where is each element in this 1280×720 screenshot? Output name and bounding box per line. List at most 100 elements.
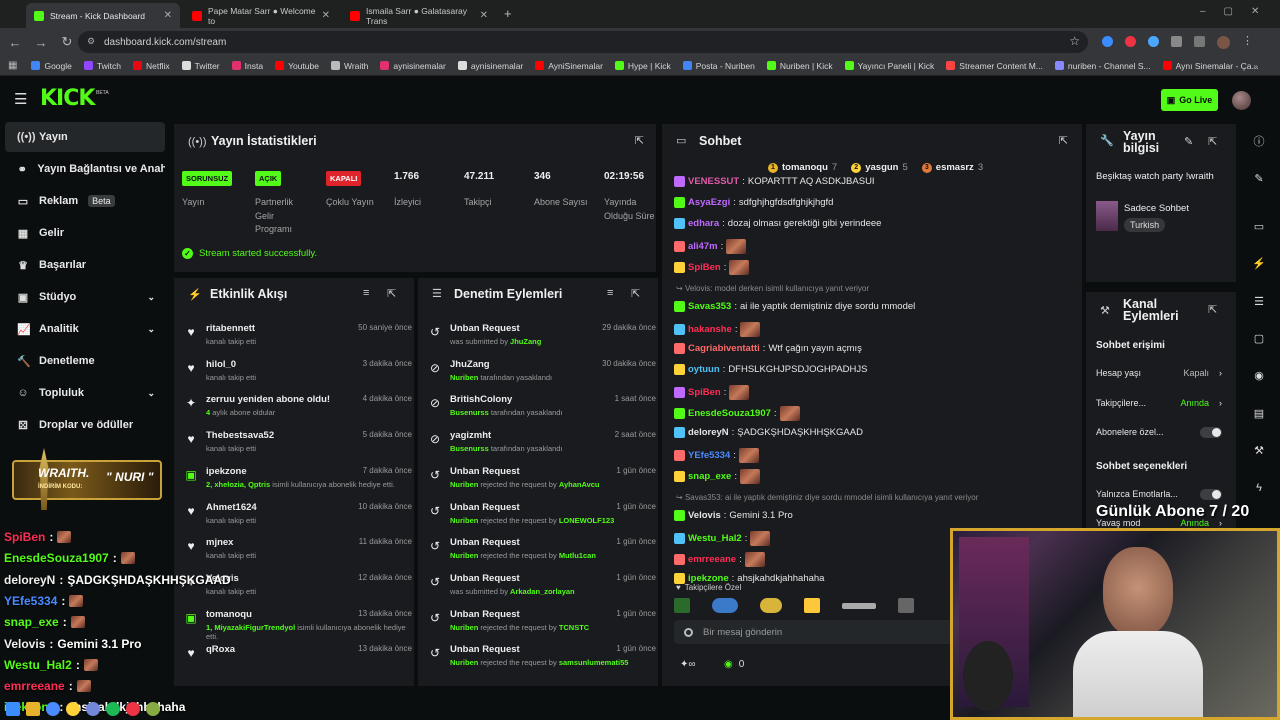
app-icon[interactable] xyxy=(146,702,160,716)
back-icon[interactable]: ← xyxy=(2,35,28,50)
chat-icon[interactable]: ▢ xyxy=(1246,325,1272,351)
reload-icon[interactable]: ↻ xyxy=(54,34,80,50)
window-controls[interactable]: –▢✕ xyxy=(1200,6,1277,17)
folder-icon[interactable] xyxy=(26,702,40,716)
bookmark-item[interactable]: Wraith xyxy=(325,61,374,71)
edit-icon[interactable]: ✎ xyxy=(1246,165,1272,191)
toggle-switch[interactable] xyxy=(1200,426,1222,438)
bookmark-item[interactable]: Twitter xyxy=(176,61,226,71)
sidebar-item[interactable]: 🔨 Denetleme xyxy=(5,346,165,376)
emote[interactable] xyxy=(674,598,690,613)
bookmark-item[interactable]: Yayıncı Paneli | Kick xyxy=(839,61,941,71)
bookmark-item[interactable]: Posta - Nuriben xyxy=(677,61,761,71)
sidebar-item[interactable]: ((•)) Yayın xyxy=(5,122,165,152)
promo-code-label: İNDİRİM KODU: xyxy=(38,484,83,490)
discord-icon[interactable] xyxy=(86,702,100,716)
lightning-icon[interactable]: ϟ xyxy=(1246,475,1272,501)
top-gifter[interactable]: 2 yasgun 5 xyxy=(851,162,908,173)
emote[interactable] xyxy=(898,598,914,613)
sidebar-item[interactable]: ♛ Başarılar xyxy=(5,250,165,280)
menu-dots-icon[interactable]: ⋮ xyxy=(1242,36,1253,49)
toggle-switch[interactable] xyxy=(1200,488,1222,500)
popout-icon[interactable]: ⇱ xyxy=(631,287,640,300)
infinity-icon[interactable]: ✦∞ xyxy=(680,659,696,670)
bookmark-item[interactable]: Youtube xyxy=(269,61,325,71)
list-icon[interactable]: ☰ xyxy=(1246,288,1272,314)
close-tab-icon[interactable]: ✕ xyxy=(322,10,330,21)
bookmark-star-icon[interactable]: ☆ xyxy=(1069,34,1080,48)
sidebar-item[interactable]: ▦ Gelir xyxy=(5,218,165,248)
new-tab-icon[interactable]: + xyxy=(504,6,512,21)
puzzle-icon[interactable] xyxy=(1171,36,1182,47)
apps-grid-icon[interactable]: ▦ xyxy=(0,60,25,71)
popout-icon[interactable]: ⇱ xyxy=(387,287,396,300)
user-avatar[interactable] xyxy=(1232,91,1251,110)
more-bookmarks-icon[interactable]: » xyxy=(1253,61,1258,71)
hamburger-menu-icon[interactable]: ☰ xyxy=(14,90,27,108)
app-icon[interactable] xyxy=(126,702,140,716)
browser-tab[interactable]: Stream - Kick Dashboard ✕ xyxy=(26,3,180,28)
close-tab-icon[interactable]: ✕ xyxy=(164,10,172,21)
emoji-icon[interactable] xyxy=(684,627,693,637)
forward-icon[interactable]: → xyxy=(28,35,54,50)
bookmark-item[interactable]: Aynı Sinemalar - Ça... xyxy=(1157,61,1265,71)
sidebar-item[interactable]: ▣ Stüdyo ⌄ xyxy=(5,282,165,312)
emote[interactable] xyxy=(760,598,782,613)
chrome-icon[interactable] xyxy=(66,702,80,716)
extension-icon[interactable] xyxy=(1102,36,1113,47)
sidebar-item[interactable]: ⚄ Droplar ve ödüller xyxy=(5,410,165,440)
emote[interactable] xyxy=(712,598,738,613)
sidebar-item[interactable]: ⚭Yayın Bağlantısı ve Anahtarı xyxy=(5,154,165,184)
top-gifter[interactable]: 3 esmasrz 3 xyxy=(921,162,983,173)
filter-icon[interactable]: ≡ xyxy=(607,287,613,299)
browser-tab[interactable]: Ismaila Sarr ● Galatasaray Trans ✕ xyxy=(342,3,496,28)
bookmark-item[interactable]: Google xyxy=(25,61,77,71)
sidebar-item[interactable]: 📈 Analitik ⌄ xyxy=(5,314,165,344)
bookmark-item[interactable]: aynisinemalar xyxy=(374,61,451,71)
card-icon[interactable]: ▭ xyxy=(1246,213,1272,239)
top-gifter[interactable]: 1 tomanoqu 7 xyxy=(768,162,837,173)
bookmark-item[interactable]: AyniSinemalar xyxy=(529,61,609,71)
bookmark-item[interactable]: aynisinemalar xyxy=(452,61,529,71)
spotify-icon[interactable] xyxy=(106,702,120,716)
wrench-icon[interactable]: ⚒ xyxy=(1246,437,1272,463)
setting-row[interactable]: Takipçilere... Anında › xyxy=(1096,398,1222,408)
edit-icon[interactable]: ✎ xyxy=(1184,135,1193,148)
popout-icon[interactable]: ⇱ xyxy=(1059,134,1068,147)
setting-row[interactable]: Hesap yaşı Kapalı › xyxy=(1096,368,1222,378)
kick-logo[interactable]: KICK xyxy=(40,86,95,111)
windows-icon[interactable] xyxy=(6,702,20,716)
bookmark-item[interactable]: Hype | Kick xyxy=(609,61,677,71)
go-live-button[interactable]: ▣ Go Live xyxy=(1161,89,1218,111)
popout-icon[interactable]: ⇱ xyxy=(635,134,644,147)
sidebar-item[interactable]: ☺ Topluluk ⌄ xyxy=(5,378,165,408)
emote xyxy=(729,385,750,400)
bookmark-item[interactable]: Nuriben | Kick xyxy=(761,61,839,71)
browser-icon[interactable] xyxy=(46,702,60,716)
bookmark-item[interactable]: Insta xyxy=(226,61,269,71)
media-icon[interactable] xyxy=(1194,36,1205,47)
extension-icon[interactable] xyxy=(1148,36,1159,47)
sidebar-item[interactable]: ▭ Reklam Beta xyxy=(5,186,165,216)
popout-icon[interactable]: ⇱ xyxy=(1208,135,1217,148)
close-tab-icon[interactable]: ✕ xyxy=(480,10,488,21)
activity-item: ♥ ritabennett kanalı takip etti 50 saniye ö… xyxy=(184,323,412,359)
bookmark-item[interactable]: Netflix xyxy=(127,61,176,71)
emote[interactable] xyxy=(804,598,820,613)
popout-icon[interactable]: ⇱ xyxy=(1208,303,1217,316)
site-info-icon[interactable]: ⚙ xyxy=(87,36,95,47)
url-field[interactable]: ⚙ dashboard.kick.com/stream ☆ xyxy=(78,31,1088,53)
bookmark-item[interactable]: nuriben - Channel S... xyxy=(1049,61,1157,71)
broadcast-icon[interactable]: ◉ xyxy=(1246,362,1272,388)
channel-points[interactable]: ◉ 0 xyxy=(724,659,744,670)
browser-tab[interactable]: Pape Matar Sarr ● Welcome to ✕ xyxy=(184,3,338,28)
lightning-icon[interactable]: ⚡ xyxy=(1246,250,1272,276)
emote[interactable] xyxy=(842,603,876,609)
bookmark-item[interactable]: Streamer Content M... xyxy=(940,61,1049,71)
info-icon[interactable]: ⓘ xyxy=(1246,128,1272,154)
extension-icon[interactable] xyxy=(1125,36,1136,47)
filter-icon[interactable]: ≡ xyxy=(363,287,369,299)
stack-icon[interactable]: ▤ xyxy=(1246,400,1272,426)
bookmark-item[interactable]: Twitch xyxy=(78,61,127,71)
profile-avatar[interactable] xyxy=(1217,36,1230,49)
